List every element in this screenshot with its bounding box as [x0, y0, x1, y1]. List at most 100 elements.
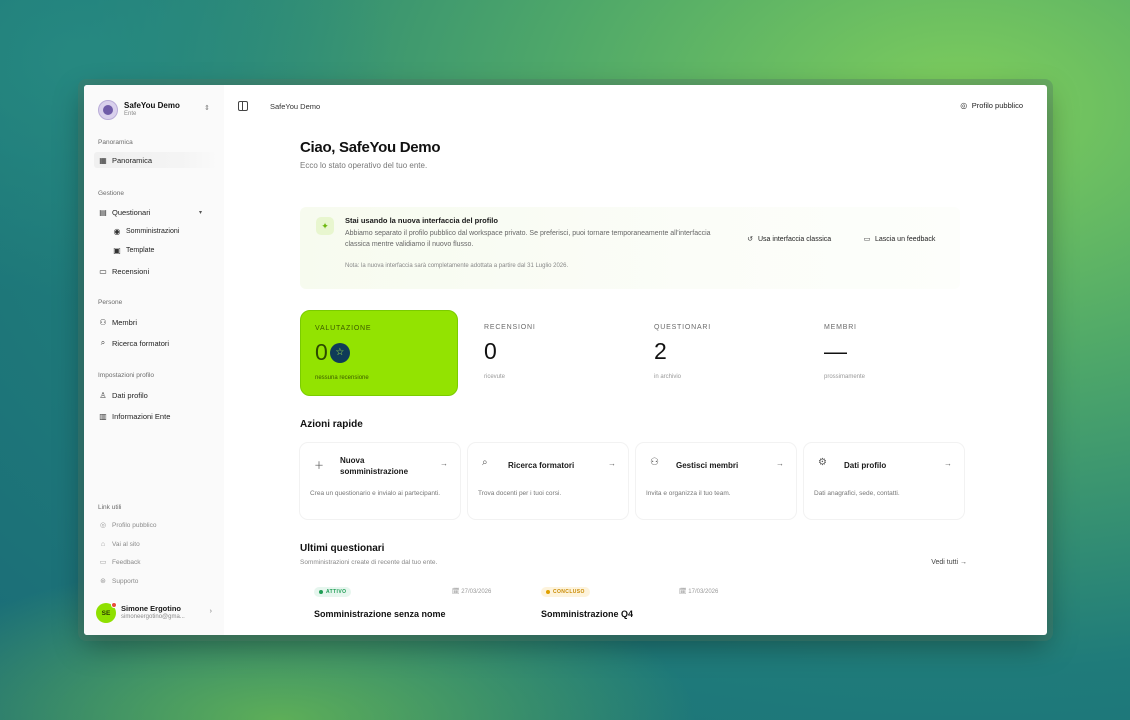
link-vai-al-sito[interactable]: ⌂ Vai al sito — [98, 538, 140, 550]
section-label-persone: Persone — [98, 299, 123, 306]
sidebar-toggle-icon[interactable] — [238, 101, 248, 111]
sidebar: SafeYou Demo Ente ⇕ Panoramica ▦ Panoram… — [84, 85, 224, 635]
main-content: Ciao, SafeYou Demo Ecco lo stato operati… — [224, 127, 1047, 635]
action-desc: Crea un questionario e invialo ai partec… — [310, 490, 441, 497]
questionnaire-card[interactable]: ATTIVO 🗓 27/03/2026 Somministrazione sen… — [300, 579, 510, 635]
stat-card-valutazione: VALUTAZIONE 0 ☆ nessuna recensione — [300, 310, 458, 396]
history-icon: ↺ — [747, 236, 753, 243]
sidebar-item-label: Template — [126, 246, 155, 254]
status-badge: CONCLUSO — [541, 587, 590, 597]
stat-value: 2 — [654, 338, 667, 364]
chevron-right-icon: › — [209, 608, 212, 615]
action-dati-profilo[interactable]: ⚙ Dati profilo → Dati anagrafici, sede, … — [804, 443, 964, 519]
section-label-impostazioni: Impostazioni profilo — [98, 372, 154, 379]
stat-value: 0 — [484, 338, 497, 364]
banner-note: Nota: la nuova interfaccia sarà completa… — [345, 263, 569, 269]
arrow-right-icon: → — [440, 459, 448, 468]
section-label-gestione: Gestione — [98, 190, 125, 197]
sidebar-item-label: Somministrazioni — [126, 227, 180, 235]
arrow-right-icon: → — [944, 459, 952, 468]
link-profilo-pubblico[interactable]: ◎ Profilo pubblico — [98, 519, 157, 531]
workspace-name: SafeYou Demo — [124, 101, 180, 110]
stat-label: MEMBRI — [824, 324, 857, 331]
app-window: SafeYou Demo Ente ⇕ Panoramica ▦ Panoram… — [84, 85, 1047, 635]
eye-icon: ◎ — [960, 101, 968, 110]
status-label: CONCLUSO — [553, 589, 585, 595]
link-feedback[interactable]: ▭ Feedback — [98, 556, 141, 568]
stat-foot: nessuna recensione — [315, 375, 369, 381]
button-label: Usa interfaccia classica — [758, 235, 832, 243]
quick-actions: ＋ Nuova somministrazione → Crea un quest… — [300, 443, 970, 519]
questionnaire-title: Somministrazione senza nome — [314, 609, 446, 619]
sidebar-item-dati-profilo[interactable]: ♙ Dati profilo — [94, 387, 218, 403]
new-interface-banner: ✦ Stai usando la nuova interfaccia del p… — [300, 207, 960, 289]
notification-dot — [111, 602, 117, 608]
stat-card-membri: MEMBRI — prossimamente — [810, 310, 968, 396]
sidebar-item-membri[interactable]: ⚇ Membri — [94, 314, 218, 330]
stat-label: RECENSIONI — [484, 324, 536, 331]
stats-row: VALUTAZIONE 0 ☆ nessuna recensione RECEN… — [300, 310, 970, 396]
recent-questionnaires-subtitle: Somministrazioni create di recente dal t… — [300, 559, 438, 566]
avatar: SE — [96, 602, 117, 623]
avatar-initials: SE — [101, 609, 111, 617]
recent-questionnaires-title: Ultimi questionari — [300, 543, 385, 554]
play-circle-icon: ◉ — [113, 226, 121, 236]
link-label: Supporto — [112, 577, 139, 585]
workspace-switcher[interactable]: SafeYou Demo Ente ⇕ — [98, 99, 210, 121]
feedback-button[interactable]: ▭ Lascia un feedback — [862, 235, 936, 244]
sparkle-icon: ✦ — [316, 217, 334, 235]
page-subtitle: Ecco lo stato operativo del tuo ente. — [300, 161, 428, 170]
status-badge: ATTIVO — [314, 587, 352, 597]
users-icon: ⚇ — [99, 317, 107, 327]
action-nuova-somministrazione[interactable]: ＋ Nuova somministrazione → Crea un quest… — [300, 443, 460, 519]
user-icon: ♙ — [99, 390, 107, 400]
stat-foot: ricevute — [484, 374, 506, 380]
action-gestisci-membri[interactable]: ⚇ Gestisci membri → Invita e organizza i… — [636, 443, 796, 519]
stat-card-questionari: QUESTIONARI 2 in archivio — [640, 310, 798, 396]
star-icon: ☆ — [329, 342, 350, 363]
workspace-type: Ente — [124, 111, 137, 117]
search-icon: ⌕ — [482, 457, 488, 468]
public-profile-link[interactable]: ◎ Profilo pubblico — [959, 101, 1023, 110]
see-all-link[interactable]: Vedi tutti → — [931, 559, 967, 566]
sidebar-item-label: Questionari — [112, 207, 151, 217]
action-ricerca-formatori[interactable]: ⌕ Ricerca formatori → Trova docenti per … — [468, 443, 628, 519]
sidebar-item-template[interactable]: ▣ Template — [108, 242, 218, 258]
eye-icon: ◎ — [99, 522, 107, 529]
classic-interface-button[interactable]: ↺ Usa interfaccia classica — [745, 235, 832, 244]
questionnaire-card[interactable]: CONCLUSO 🗓 17/03/2026 Somministrazione Q… — [527, 579, 737, 635]
stat-card-recensioni: RECENSIONI 0 ricevute — [470, 310, 628, 396]
sidebar-item-questionari[interactable]: ▤ Questionari ▾ — [94, 204, 218, 220]
user-name: Simone Ergotino — [121, 604, 181, 613]
search-icon: ⌕ — [100, 338, 106, 347]
link-label: Feedback — [112, 558, 141, 566]
button-label: Lascia un feedback — [875, 235, 936, 243]
user-menu[interactable]: SE Simone Ergotino simoneergotino@gma...… — [96, 601, 216, 625]
sidebar-item-recensioni[interactable]: ▭ Recensioni — [94, 263, 218, 279]
sidebar-item-ricerca-formatori[interactable]: ⌕ Ricerca formatori — [94, 335, 218, 351]
message-icon: ▭ — [99, 266, 107, 276]
section-label-panoramica: Panoramica — [98, 139, 133, 146]
document-icon: ▤ — [99, 207, 107, 217]
message-icon: ▭ — [99, 559, 107, 566]
sidebar-item-label: Panoramica — [112, 155, 153, 165]
user-email: simoneergotino@gma... — [121, 614, 185, 620]
action-title: Gestisci membri — [676, 461, 739, 470]
questionnaire-date: 🗓 27/03/2026 — [452, 589, 492, 595]
link-supporto[interactable]: ⊛ Supporto — [98, 575, 138, 587]
home-icon: ⌂ — [100, 540, 106, 548]
action-title: Dati profilo — [844, 461, 887, 470]
banner-title: Stai usando la nuova interfaccia del pro… — [345, 216, 498, 225]
sidebar-item-label: Ricerca formatori — [112, 338, 170, 348]
gear-icon: ⚙ — [818, 457, 827, 468]
sidebar-item-label: Membri — [112, 317, 138, 327]
status-label: ATTIVO — [326, 589, 347, 595]
stat-value: — — [824, 338, 847, 364]
questionnaire-title: Somministrazione Q4 — [541, 609, 634, 619]
sidebar-item-somministrazioni[interactable]: ◉ Somministrazioni — [108, 223, 218, 239]
chevron-up-down-icon: ⇕ — [204, 105, 210, 112]
breadcrumb[interactable]: SafeYou Demo — [270, 102, 320, 111]
grid-icon: ▦ — [99, 155, 107, 165]
sidebar-item-informazioni-ente[interactable]: ▥ Informazioni Ente — [94, 408, 218, 424]
sidebar-item-panoramica[interactable]: ▦ Panoramica — [94, 152, 218, 168]
